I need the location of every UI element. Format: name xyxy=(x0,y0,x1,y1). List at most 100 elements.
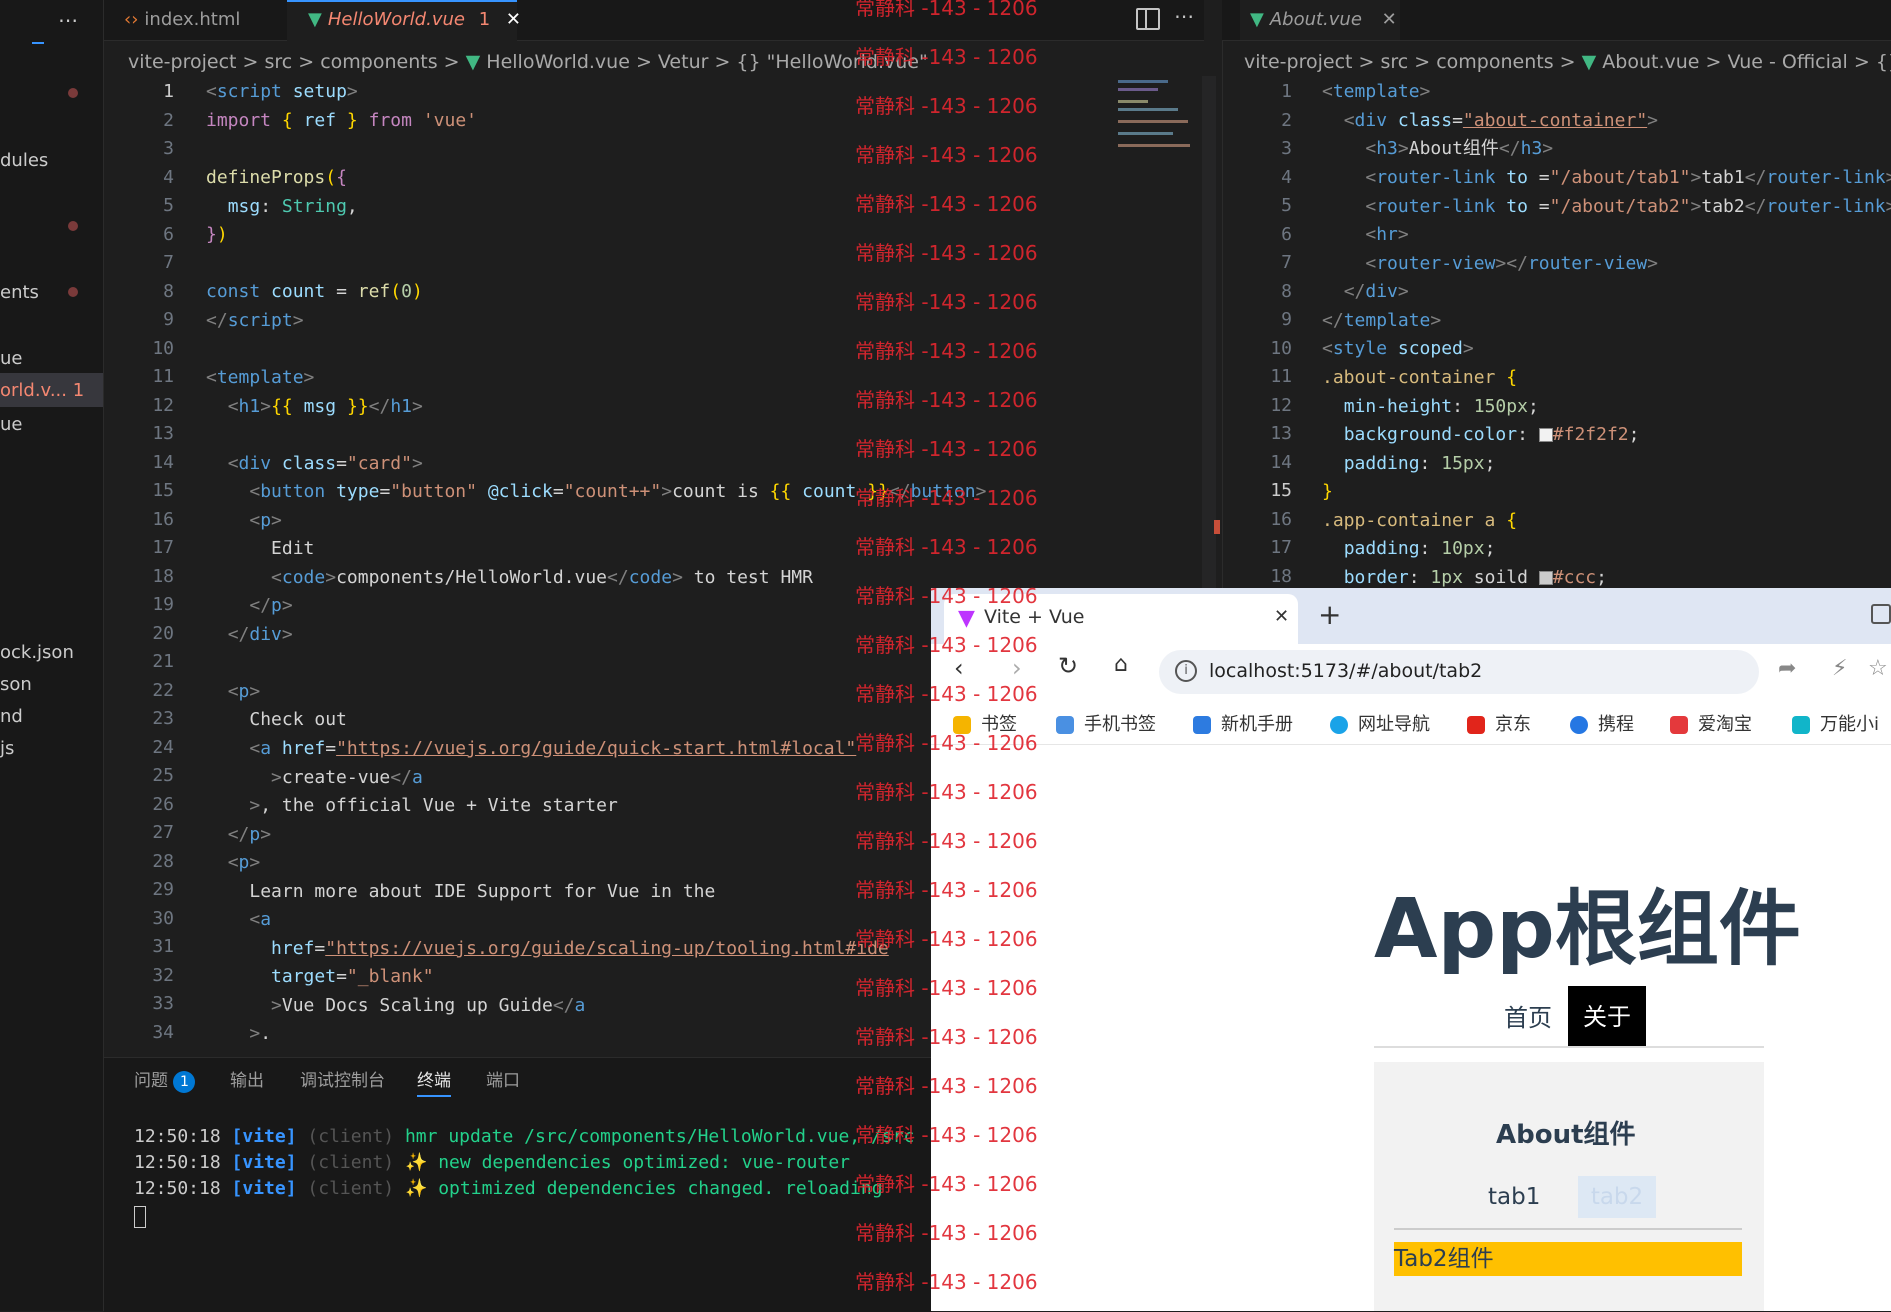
tab2-content: Tab2组件 xyxy=(1394,1242,1742,1276)
line-number: 22 xyxy=(152,679,174,701)
watermark-text: 常静科 -143 - 1206 xyxy=(855,1221,1038,1245)
bookmark-item[interactable]: 爱淘宝 xyxy=(1670,710,1752,736)
breadcrumb-item[interactable]: HelloWorld.vue xyxy=(486,51,630,73)
bookmark-icon xyxy=(1056,716,1074,734)
bookmark-item[interactable]: 京东 xyxy=(1467,710,1531,736)
bookmark-item[interactable]: 手机书签 xyxy=(1056,710,1156,736)
bookmark-icon xyxy=(1193,716,1211,734)
watermark-text: 常静科 -143 - 1206 xyxy=(855,192,1038,216)
line-number: 3 xyxy=(163,138,174,159)
sidebar-item-vue[interactable]: ue xyxy=(0,414,22,435)
line-number: 14 xyxy=(152,451,174,473)
line-number: 9 xyxy=(163,309,174,330)
tab2-link[interactable]: tab2 xyxy=(1578,1176,1656,1218)
watermark-text: 常静科 -143 - 1206 xyxy=(855,584,1038,608)
breadcrumb-item[interactable]: About.vue xyxy=(1602,51,1699,73)
breadcrumb-item[interactable]: Vetur xyxy=(658,51,709,73)
sidebar-item-package-lock[interactable]: ock.json xyxy=(0,642,74,663)
close-tab-icon[interactable]: ✕ xyxy=(1382,9,1397,30)
bookmark-item[interactable]: 网址导航 xyxy=(1330,710,1430,736)
line-number: 10 xyxy=(1270,337,1292,359)
watermark-text: 常静科 -143 - 1206 xyxy=(855,0,1038,20)
line-number: 27 xyxy=(152,822,174,843)
more-actions-icon[interactable]: ⋯ xyxy=(58,8,78,32)
tab-helloworld-vue[interactable]: ▼ HelloWorld.vue 1 ✕ xyxy=(308,0,521,40)
lightning-icon[interactable]: ⚡ xyxy=(1832,656,1847,681)
address-bar[interactable]: i localhost:5173/#/about/tab2 xyxy=(1159,650,1759,694)
line-number: 12 xyxy=(152,394,174,416)
line-number: 15 xyxy=(1270,480,1292,501)
terminal-line: 12:50:18 [vite] (client) hmr update /src… xyxy=(134,1126,915,1147)
breadcrumb-right: vite-project > src > components > ▼ Abou… xyxy=(1244,42,1891,82)
share-icon[interactable]: ➦ xyxy=(1778,656,1796,681)
line-number: 33 xyxy=(152,993,174,1014)
tab-output[interactable]: 输出 xyxy=(230,1066,264,1091)
tab1-link[interactable]: tab1 xyxy=(1488,1184,1540,1210)
breadcrumb-item[interactable]: {} style xyxy=(1876,51,1891,73)
sidebar-item-about-vue[interactable]: ue xyxy=(0,348,22,369)
line-number: 32 xyxy=(152,964,174,986)
sidebar-item-package-json[interactable]: son xyxy=(0,674,32,695)
modified-dot-icon xyxy=(68,221,78,231)
more-actions-icon[interactable]: ⋯ xyxy=(1174,4,1194,28)
sidebar-item-readme[interactable]: nd xyxy=(0,706,23,727)
tab-problems[interactable]: 问题 1 xyxy=(134,1066,196,1093)
line-number: 7 xyxy=(1281,252,1292,273)
breadcrumb-item[interactable]: vite-project xyxy=(1244,51,1352,73)
terminal-line: 12:50:18 [vite] (client) ✨ new dependenc… xyxy=(134,1152,851,1173)
vue-file-icon: ▼ xyxy=(308,9,322,30)
problems-count-badge: 1 xyxy=(173,1071,196,1093)
line-number: 17 xyxy=(1270,537,1292,558)
star-icon[interactable]: ☆ xyxy=(1868,656,1888,681)
sidebar-item-node-modules[interactable]: dules xyxy=(0,150,48,171)
breadcrumb-item[interactable]: components xyxy=(320,51,437,73)
bookmark-item[interactable]: 新机手册 xyxy=(1193,710,1293,736)
nav-link-about[interactable]: 关于 xyxy=(1568,986,1646,1048)
sidebar-item-helloworld-vue[interactable]: orld.v... 1 xyxy=(0,380,84,401)
nav-link-home[interactable]: 首页 xyxy=(1494,988,1562,1043)
vue-file-icon: ▼ xyxy=(1581,51,1597,73)
home-icon[interactable]: ⌂ xyxy=(1114,652,1128,677)
explorer-sidebar: ⋯ dules ents ue orld.v... 1 ue ock.json … xyxy=(0,0,104,1311)
close-tab-icon[interactable]: ✕ xyxy=(506,9,521,30)
line-number: 28 xyxy=(152,850,174,872)
line-number: 16 xyxy=(1270,508,1292,530)
watermark-text: 常静科 -143 - 1206 xyxy=(855,143,1038,167)
watermark-text: 常静科 -143 - 1206 xyxy=(855,339,1038,363)
line-number: 17 xyxy=(152,537,174,558)
watermark-text: 常静科 -143 - 1206 xyxy=(855,1025,1038,1049)
line-number: 13 xyxy=(1270,423,1292,444)
bookmark-item[interactable]: 万能小i xyxy=(1792,710,1879,736)
line-number: 13 xyxy=(152,423,174,444)
watermark-text: 常静科 -143 - 1206 xyxy=(855,682,1038,706)
page-title: App根组件 xyxy=(1374,882,1801,977)
tab-index-html[interactable]: ‹› index.html xyxy=(124,0,240,40)
bookmark-item[interactable]: 携程 xyxy=(1570,710,1634,736)
new-tab-button[interactable]: + xyxy=(1318,598,1341,631)
breadcrumb-item[interactable]: src xyxy=(264,51,292,73)
browser-tab-title: Vite + Vue xyxy=(984,606,1085,628)
info-icon[interactable]: i xyxy=(1175,660,1197,682)
tab-about-vue[interactable]: ▼ About.vue ✕ xyxy=(1250,0,1397,40)
tab-ports[interactable]: 端口 xyxy=(486,1066,520,1091)
breadcrumb-item[interactable]: vite-project xyxy=(128,51,236,73)
editor-tabbar-left xyxy=(104,0,1204,41)
sidebar-item-vite-config[interactable]: js xyxy=(0,738,14,759)
watermark-text: 常静科 -143 - 1206 xyxy=(855,1172,1038,1196)
close-tab-icon[interactable]: ✕ xyxy=(1274,606,1289,627)
line-number: 23 xyxy=(152,708,174,729)
line-number: 25 xyxy=(152,765,174,786)
reload-icon[interactable]: ↻ xyxy=(1058,652,1078,680)
line-number: 29 xyxy=(152,879,174,900)
sidebar-toggle-icon[interactable] xyxy=(1871,604,1891,624)
split-editor-icon[interactable] xyxy=(1136,8,1160,30)
breadcrumb-item[interactable]: Vue - Official xyxy=(1727,51,1847,73)
line-number: 19 xyxy=(152,594,174,615)
line-number: 34 xyxy=(152,1021,174,1043)
watermark-text: 常静科 -143 - 1206 xyxy=(855,45,1038,69)
sidebar-item-components[interactable]: ents xyxy=(0,282,39,303)
tab-terminal[interactable]: 终端 xyxy=(417,1066,451,1097)
breadcrumb-item[interactable]: src xyxy=(1380,51,1408,73)
breadcrumb-item[interactable]: components xyxy=(1436,51,1553,73)
tab-debug-console[interactable]: 调试控制台 xyxy=(300,1066,385,1091)
